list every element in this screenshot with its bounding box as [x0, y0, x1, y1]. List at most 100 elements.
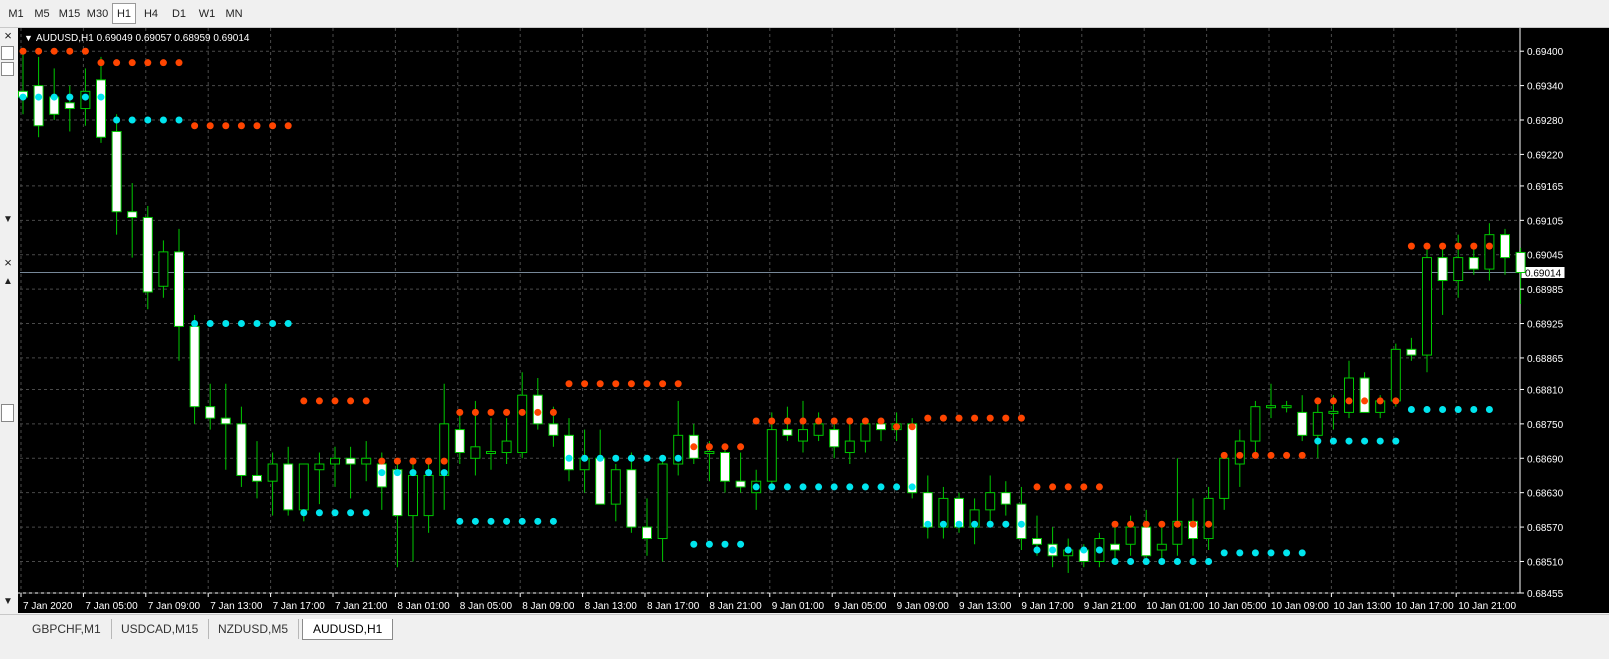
x-tick-label: 9 Jan 13:00	[959, 601, 1012, 612]
resistance-dot	[1080, 483, 1088, 491]
support-dot	[1423, 406, 1431, 414]
x-tick-label: 7 Jan 09:00	[148, 601, 201, 612]
resistance-dot	[409, 457, 417, 465]
bear-candle	[1297, 411, 1308, 436]
scroll-up-icon[interactable]: ▲	[2, 276, 14, 288]
support-dot	[721, 540, 729, 548]
support-dot	[674, 454, 682, 462]
x-tick-label: 9 Jan 05:00	[834, 601, 887, 612]
resistance-dot	[1454, 242, 1462, 250]
support-dot	[1314, 437, 1322, 445]
bull-candle	[1422, 257, 1432, 356]
chart-tab[interactable]: USDCAD,M15	[111, 619, 210, 639]
bear-candle	[205, 406, 216, 419]
bull-candle	[704, 451, 715, 455]
resistance-dot	[768, 417, 776, 425]
resistance-dot	[690, 443, 698, 451]
resistance-dot	[1017, 414, 1025, 422]
y-tick-label: 0.69045	[1527, 251, 1564, 262]
splitter-handle[interactable]	[1, 404, 14, 422]
bear-candle	[1032, 538, 1042, 545]
support-dot	[487, 517, 495, 525]
bull-candle	[1266, 405, 1276, 409]
symbol-info: AUDUSD,H1 0.69049 0.69057 0.68959 0.6901…	[36, 33, 250, 44]
support-dot	[1236, 549, 1244, 557]
timeframe-h4-button[interactable]: H4	[138, 3, 164, 24]
x-tick-label: 8 Jan 05:00	[460, 601, 513, 612]
timeframe-h1-button[interactable]: H1	[112, 3, 136, 24]
resistance-dot	[1205, 520, 1213, 528]
resistance-dot	[752, 417, 760, 425]
bull-candle	[610, 469, 621, 505]
current-price-label: 0.69014	[1525, 269, 1562, 280]
support-dot	[284, 320, 292, 328]
chart-tab[interactable]: NZDUSD,M5	[208, 619, 300, 639]
timeframe-m15-button[interactable]: M15	[56, 3, 83, 24]
bear-candle	[907, 423, 918, 494]
resistance-dot	[1392, 397, 1400, 405]
y-tick-label: 0.69280	[1527, 116, 1564, 127]
resistance-dot	[674, 380, 682, 388]
support-dot	[471, 517, 479, 525]
bull-candle	[813, 423, 824, 436]
support-dot	[1345, 437, 1353, 445]
chart-window[interactable]: 0.69014 0.69400 0.69340 0.69280 0.69220 0.69…	[18, 28, 1609, 613]
x-tick-label: 9 Jan 21:00	[1084, 601, 1137, 612]
timeframe-m5-button[interactable]: M5	[30, 3, 54, 24]
support-dot	[19, 93, 27, 101]
bear-candle	[1000, 492, 1011, 505]
timeframe-mn-button[interactable]: MN	[222, 3, 246, 24]
timeframe-w1-button[interactable]: W1	[194, 3, 220, 24]
support-dot	[1173, 557, 1181, 565]
support-dot	[206, 320, 214, 328]
scroll-down-icon[interactable]: ▼	[2, 214, 14, 226]
support-dot	[1017, 520, 1025, 528]
scroll-down-icon[interactable]: ▼	[2, 596, 14, 608]
close-icon[interactable]: ×	[2, 256, 14, 269]
support-dot	[799, 483, 807, 491]
resistance-dot	[159, 59, 167, 67]
support-dot	[627, 454, 635, 462]
support-dot	[456, 517, 464, 525]
support-dot	[612, 454, 620, 462]
bear-candle	[642, 526, 652, 540]
bear-candle	[64, 102, 75, 110]
bull-candle	[1250, 406, 1261, 442]
resistance-dot	[1236, 451, 1244, 459]
panel-box	[1, 62, 14, 76]
timeframe-m30-button[interactable]: M30	[84, 3, 111, 24]
support-dot	[175, 116, 183, 124]
resistance-dot	[1267, 451, 1275, 459]
support-dot	[425, 469, 433, 477]
support-dot	[955, 520, 963, 528]
resistance-dot	[144, 59, 152, 67]
x-tick-label: 8 Jan 17:00	[647, 601, 700, 612]
bull-candle	[1312, 411, 1323, 436]
support-dot	[986, 520, 994, 528]
resistance-dot	[1423, 242, 1431, 250]
timeframe-d1-button[interactable]: D1	[166, 3, 192, 24]
close-icon[interactable]: ×	[2, 29, 14, 42]
bear-candle	[626, 469, 637, 528]
chart-tab[interactable]: GBPCHF,M1	[22, 619, 112, 639]
resistance-dot	[1314, 397, 1322, 405]
bull-candle	[1344, 377, 1354, 413]
resistance-dot	[1158, 520, 1166, 528]
dropdown-triangle-icon[interactable]: ▼	[24, 33, 33, 43]
resistance-dot	[705, 443, 713, 451]
bull-candle	[158, 251, 169, 287]
bull-candle	[408, 474, 418, 517]
resistance-dot	[1361, 397, 1369, 405]
x-tick-label: 8 Jan 09:00	[522, 601, 575, 612]
bear-candle	[345, 457, 356, 465]
chart-tabs: GBPCHF,M1 USDCAD,M15 NZDUSD,M5 AUDUSD,H1	[0, 614, 1609, 659]
support-dot	[66, 93, 74, 101]
chart-tab[interactable]: AUDUSD,H1	[302, 619, 394, 640]
resistance-dot	[191, 122, 199, 130]
bear-candle	[96, 79, 106, 138]
support-dot	[924, 520, 932, 528]
resistance-dot	[1173, 520, 1181, 528]
price-chart[interactable]: 0.69014 0.69400 0.69340 0.69280 0.69220 0.69…	[18, 28, 1609, 613]
timeframe-m1-button[interactable]: M1	[4, 3, 28, 24]
resistance-dot	[830, 417, 838, 425]
